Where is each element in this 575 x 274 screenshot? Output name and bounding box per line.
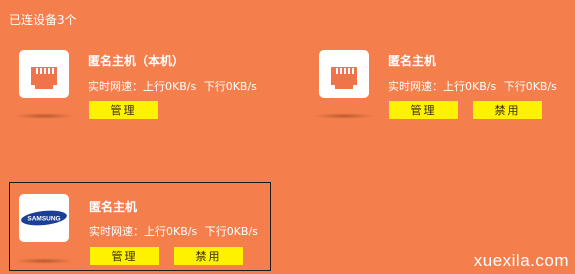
speed-readout: 实时网速：上行0KB/s 下行0KB/s	[89, 223, 258, 239]
watermark: xuexila.com	[473, 251, 569, 270]
speed-readout: 实时网速：上行0KB/s 下行0KB/s	[88, 78, 257, 94]
manage-button[interactable]: 管理	[90, 247, 159, 265]
speed-label: 实时网速：	[388, 80, 443, 93]
disable-button[interactable]: 禁用	[174, 247, 243, 265]
manage-button[interactable]: 管理	[89, 101, 158, 119]
icon-shadow	[313, 113, 375, 119]
download-speed: 下行0KB/s	[503, 80, 557, 93]
disable-button[interactable]: 禁用	[473, 101, 542, 119]
upload-speed: 上行0KB/s	[443, 80, 497, 93]
manage-button[interactable]: 管理	[389, 101, 458, 119]
download-speed: 下行0KB/s	[203, 80, 257, 93]
device-card-local[interactable]: 匿名主机（本机） 实时网速：上行0KB/s 下行0KB/s 管理	[0, 0, 300, 130]
download-speed: 下行0KB/s	[204, 225, 258, 238]
speed-label: 实时网速：	[89, 225, 144, 238]
device-name: 匿名主机	[89, 200, 138, 214]
icon-shadow	[13, 113, 75, 119]
ethernet-port-icon	[319, 50, 369, 98]
speed-label: 实时网速：	[88, 80, 143, 93]
device-card-selected[interactable]: SAMSUNG 匿名主机 实时网速：上行0KB/s 下行0KB/s 管理 禁用	[9, 182, 271, 271]
device-name: 匿名主机（本机）	[88, 54, 185, 68]
device-card[interactable]: 匿名主机 实时网速：上行0KB/s 下行0KB/s 管理 禁用	[300, 0, 575, 130]
ethernet-port-icon	[19, 50, 69, 98]
upload-speed: 上行0KB/s	[144, 225, 198, 238]
speed-readout: 实时网速：上行0KB/s 下行0KB/s	[388, 78, 557, 94]
samsung-logo-icon: SAMSUNG	[19, 194, 69, 242]
icon-shadow	[13, 258, 75, 264]
upload-speed: 上行0KB/s	[143, 80, 197, 93]
samsung-logo-text: SAMSUNG	[27, 216, 60, 223]
device-name: 匿名主机	[388, 54, 437, 68]
